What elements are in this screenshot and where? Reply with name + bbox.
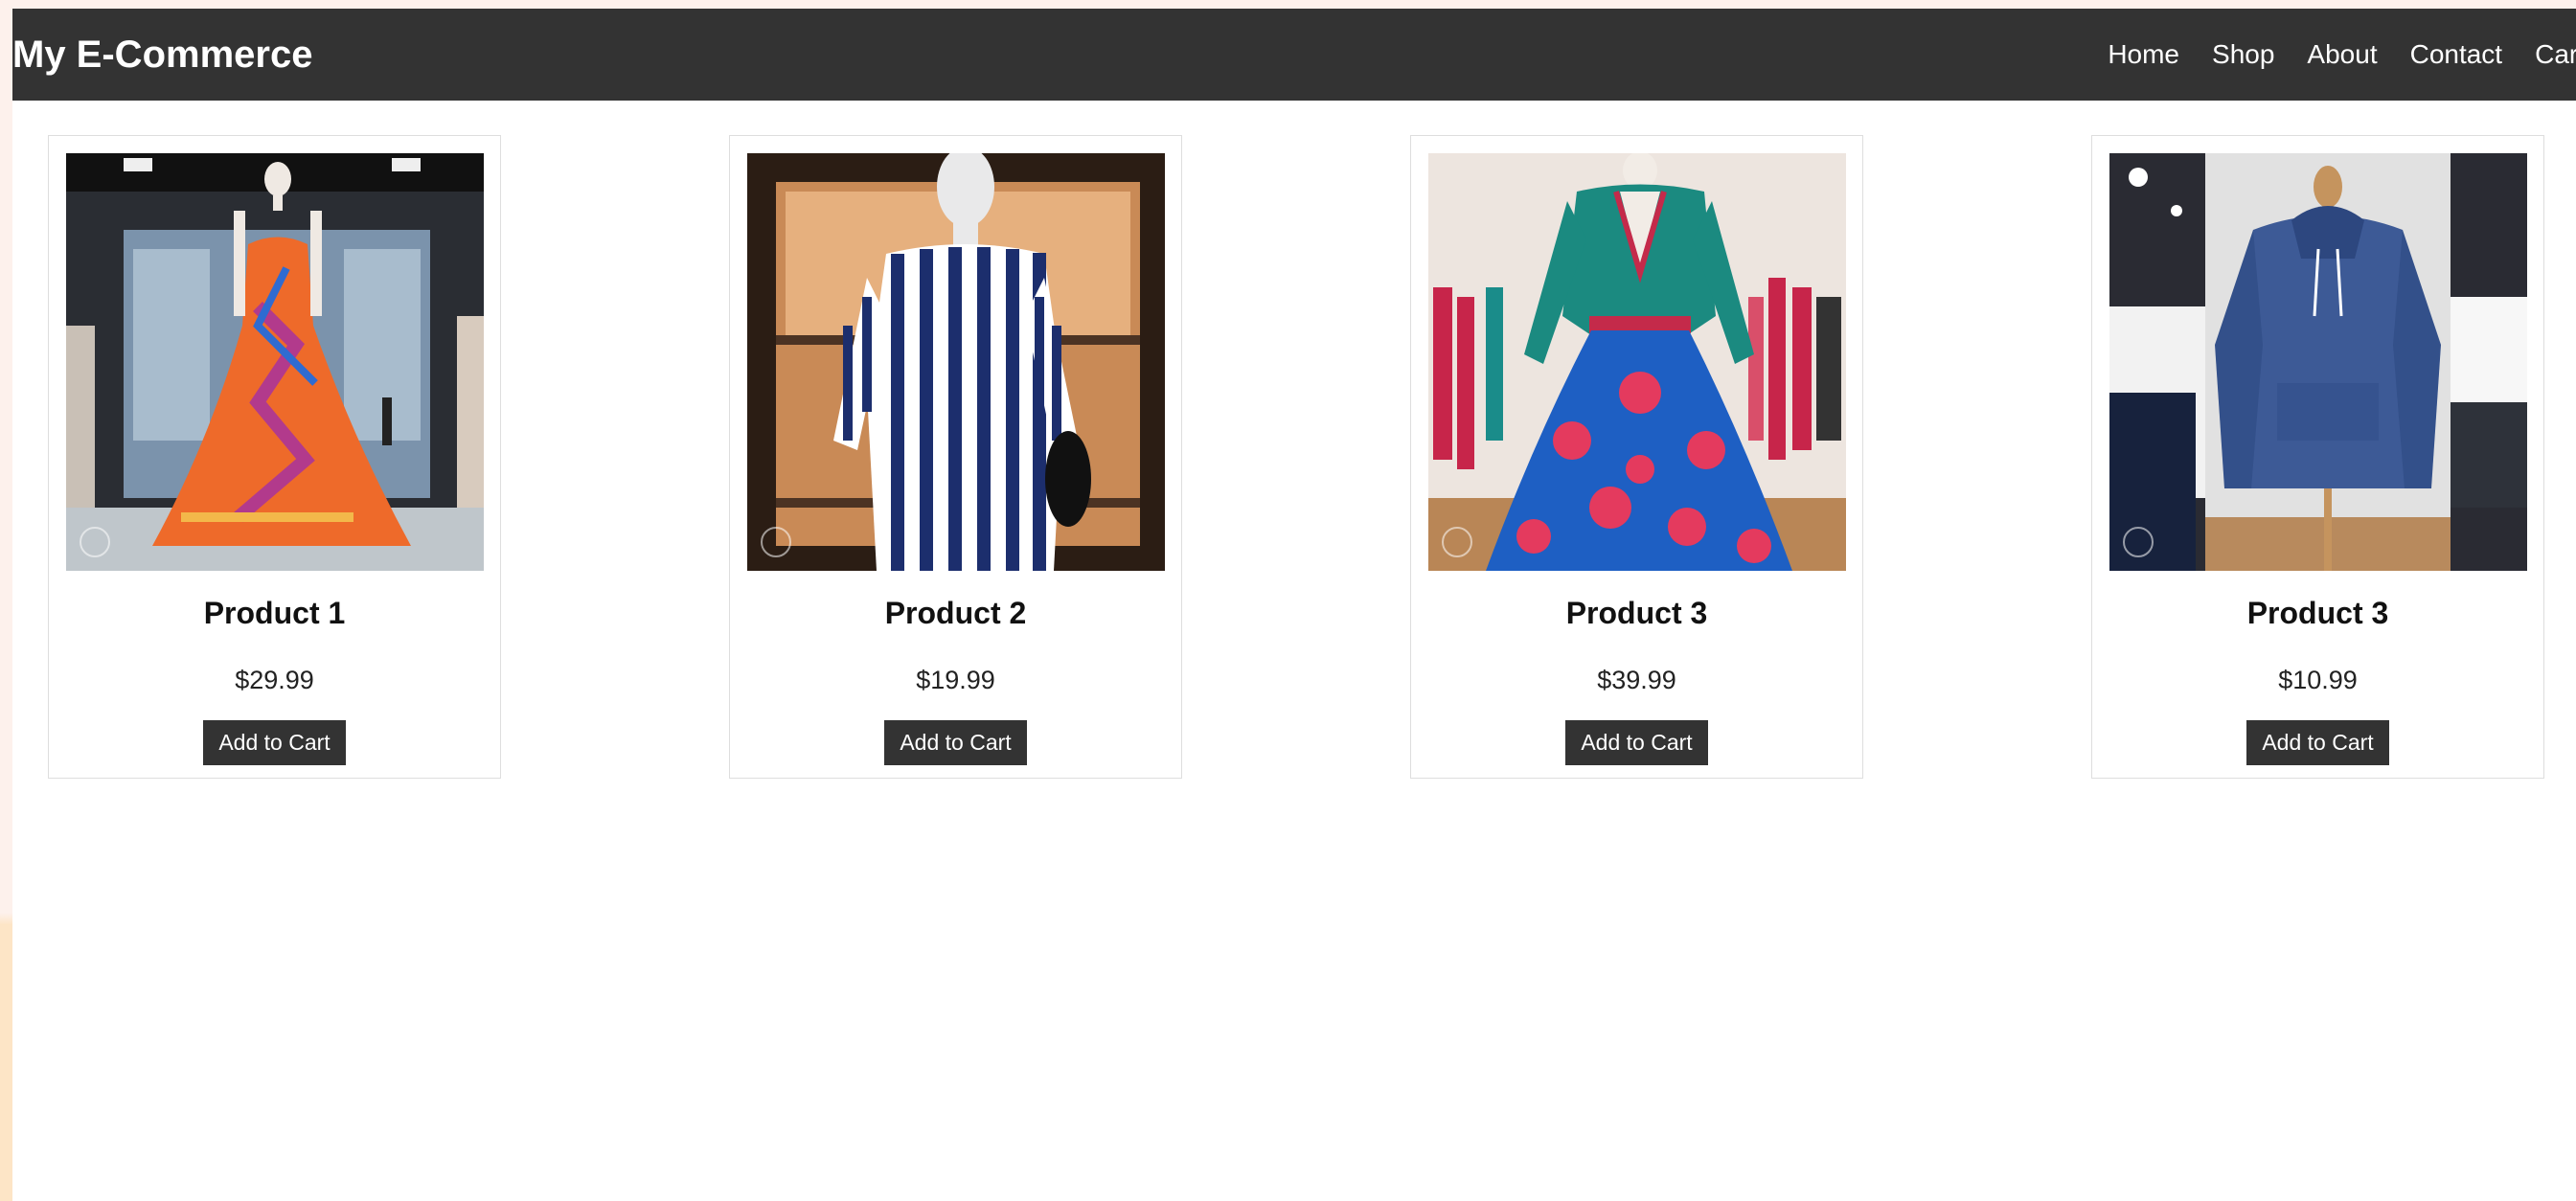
watermark-icon bbox=[760, 527, 791, 557]
watermark-icon bbox=[79, 527, 110, 557]
product-title[interactable]: Product 3 bbox=[1566, 596, 1708, 631]
product-grid: Product 1 $29.99 Add to Cart Product 2 $… bbox=[48, 135, 2544, 780]
navbar: My E-Commerce Home Shop About Contact Ca… bbox=[12, 9, 2576, 101]
product-card: Product 3 $10.99 Add to Cart bbox=[2091, 135, 2544, 779]
product-image[interactable] bbox=[65, 153, 484, 571]
product-price: $39.99 bbox=[1597, 666, 1676, 694]
product-card: Product 3 $39.99 Add to Cart bbox=[1410, 135, 1863, 779]
mannequin-striped-shirt-illustration bbox=[746, 153, 1165, 571]
nav-shop[interactable]: Shop bbox=[2212, 39, 2274, 70]
mannequin-blue-floral-dress-illustration bbox=[1427, 153, 1846, 571]
nav-links: Home Shop About Contact Cart bbox=[2075, 9, 2576, 101]
site-brand[interactable]: My E-Commerce bbox=[12, 34, 312, 77]
nav-cart[interactable]: Cart bbox=[2535, 39, 2576, 70]
watermark-icon bbox=[2122, 527, 2154, 557]
product-price: $19.99 bbox=[916, 666, 995, 694]
product-price: $10.99 bbox=[2278, 666, 2358, 694]
mannequin-orange-gown-illustration bbox=[65, 153, 484, 571]
nav-home[interactable]: Home bbox=[2108, 39, 2179, 70]
product-title[interactable]: Product 2 bbox=[885, 596, 1027, 631]
product-image[interactable] bbox=[1427, 153, 1846, 571]
add-to-cart-button[interactable]: Add to Cart bbox=[203, 720, 346, 765]
product-title[interactable]: Product 1 bbox=[204, 596, 346, 631]
page-top-border bbox=[0, 0, 2576, 9]
product-price: $29.99 bbox=[235, 666, 314, 694]
nav-contact[interactable]: Contact bbox=[2410, 39, 2503, 70]
add-to-cart-button[interactable]: Add to Cart bbox=[884, 720, 1027, 765]
mannequin-blue-hoodie-illustration bbox=[2109, 153, 2527, 571]
watermark-icon bbox=[1441, 527, 1472, 557]
product-image[interactable] bbox=[746, 153, 1165, 571]
add-to-cart-button[interactable]: Add to Cart bbox=[1565, 720, 1708, 765]
product-title[interactable]: Product 3 bbox=[2247, 596, 2389, 631]
add-to-cart-button[interactable]: Add to Cart bbox=[2246, 720, 2389, 765]
product-card: Product 1 $29.99 Add to Cart bbox=[48, 135, 501, 779]
product-image[interactable] bbox=[2109, 153, 2527, 571]
nav-about[interactable]: About bbox=[2307, 39, 2377, 70]
page-left-border bbox=[0, 0, 12, 1201]
product-card: Product 2 $19.99 Add to Cart bbox=[729, 135, 1182, 779]
